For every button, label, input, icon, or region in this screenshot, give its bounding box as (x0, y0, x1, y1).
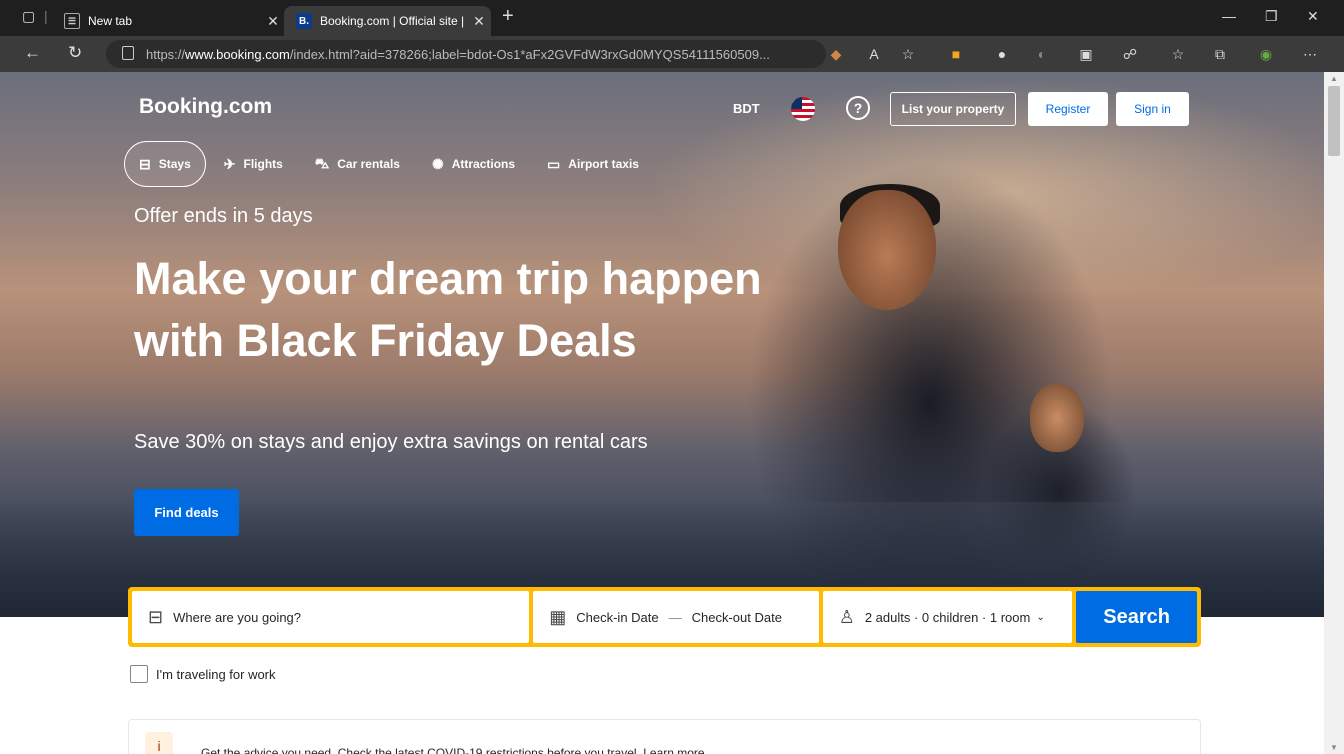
sign-in-button[interactable]: Sign in (1116, 92, 1189, 126)
url-domain: www.booking.com (185, 46, 290, 62)
hero-subtitle: Save 30% on stays and enjoy extra saving… (134, 431, 648, 453)
info-icon: i (145, 732, 173, 754)
refresh-icon[interactable]: ↻ (68, 43, 82, 63)
url-field[interactable]: https://www.booking.com/index.html?aid=3… (106, 40, 826, 68)
destination-input[interactable]: ⊟ Where are you going? (132, 591, 530, 643)
person-icon: ♙ (838, 606, 855, 627)
browser-address-bar: ← ↻ https://www.booking.com/index.html?a… (0, 36, 1344, 72)
hero-headline: Make your dream trip happen with Black F… (134, 253, 762, 366)
nav-tab-label: Attractions (451, 157, 516, 171)
checkout-date: Check-out Date (691, 609, 782, 625)
help-icon[interactable]: ? (846, 96, 870, 120)
ferris-wheel-icon: ✺ (431, 155, 444, 172)
scrollbar-thumb[interactable] (1328, 86, 1340, 156)
url-path: /index.html?aid=378266;label=bdot-Os1*aF… (289, 46, 770, 62)
hero-person2-face (1030, 384, 1084, 452)
occupancy-selector[interactable]: ♙ 2 adults · 0 children · 1 room ⌄ (822, 591, 1073, 643)
nav-tab-label: Flights (243, 157, 283, 171)
favorites-icon[interactable]: ☆ (1168, 44, 1188, 64)
profile-avatar-icon[interactable]: ◉ (1256, 44, 1276, 64)
product-nav: ⊟ Stays ✈ Flights ⛍ Car rentals ✺ Attrac… (124, 141, 657, 187)
find-deals-button[interactable]: Find deals (134, 489, 239, 536)
browser-tab-bar: ▢ | ☰ New tab ✕ B. Booking.com | Officia… (0, 0, 1344, 36)
list-property-button[interactable]: List your property (890, 92, 1016, 126)
close-window-icon[interactable]: ✕ (1307, 8, 1319, 25)
nav-tab-airport-taxis[interactable]: ▭ Airport taxis (533, 141, 653, 187)
plane-icon: ✈ (223, 155, 236, 172)
bed-icon: ⊟ (139, 155, 151, 172)
covid-notice-text: Get the advice you need. Check the lates… (201, 746, 705, 754)
work-travel-option[interactable]: I'm traveling for work (130, 665, 276, 683)
favorite-add-icon[interactable]: ☆ (898, 44, 918, 64)
scroll-up-icon[interactable]: ▲ (1330, 74, 1338, 83)
nav-tab-stays[interactable]: ⊟ Stays (124, 141, 206, 187)
lock-icon[interactable] (122, 46, 134, 60)
collections-icon[interactable]: ⧉ (1210, 44, 1230, 64)
scroll-down-icon[interactable]: ▼ (1330, 743, 1338, 752)
tab-booking[interactable]: B. Booking.com | Official site | The ✕ (284, 6, 491, 36)
read-aloud-icon[interactable]: A (864, 44, 884, 64)
nav-tab-label: Airport taxis (568, 157, 639, 171)
checkin-date: Check-in Date (576, 609, 659, 625)
us-flag-icon[interactable] (791, 97, 815, 121)
booking-logo[interactable]: Booking.com (139, 95, 272, 119)
tab-title: Booking.com | Official site | The (320, 14, 467, 28)
more-menu-icon[interactable]: ⋯ (1300, 44, 1320, 64)
new-tab-plus-icon[interactable]: + (502, 5, 514, 28)
booking-page: Booking.com BDT ? List your property Reg… (0, 72, 1324, 754)
date-picker[interactable]: ▦ Check-in Date — Check-out Date (533, 591, 819, 643)
covid-notice: i Get the advice you need. Check the lat… (128, 719, 1201, 754)
nav-tab-attractions[interactable]: ✺ Attractions (418, 141, 529, 187)
tab-actions-icon[interactable]: ▢ (22, 8, 35, 25)
extension-gray-icon[interactable]: ◐ (1032, 44, 1052, 64)
close-tab-icon[interactable]: ✕ (261, 13, 285, 30)
search-button[interactable]: Search (1076, 591, 1197, 643)
tab-new-tab[interactable]: ☰ New tab ✕ (60, 6, 285, 36)
nav-tab-label: Stays (158, 157, 191, 171)
nav-tab-label: Car rentals (337, 157, 400, 171)
nav-tab-car-rentals[interactable]: ⛍ Car rentals (301, 141, 414, 187)
search-bar: ⊟ Where are you going? ▦ Check-in Date —… (128, 587, 1201, 647)
screenshot-icon[interactable]: ▣ (1076, 44, 1096, 64)
destination-placeholder: Where are you going? (173, 609, 302, 625)
occupancy-text: 2 adults · 0 children · 1 room (864, 609, 1031, 625)
close-tab-icon[interactable]: ✕ (467, 13, 491, 30)
chevron-down-icon: ⌄ (1036, 611, 1045, 623)
back-icon[interactable]: ← (24, 43, 41, 63)
extension-orange-icon[interactable]: ■ (946, 44, 966, 64)
work-travel-label: I'm traveling for work (156, 666, 276, 682)
extensions-puzzle-icon[interactable]: ☍ (1120, 44, 1140, 64)
bed-icon: ⊟ (148, 606, 164, 627)
newtab-icon: ☰ (64, 13, 80, 29)
register-button[interactable]: Register (1028, 92, 1108, 126)
taxi-icon: ▭ (547, 155, 561, 172)
extension-badge-icon[interactable]: ◆ (826, 44, 846, 64)
restore-icon[interactable]: ❐ (1265, 8, 1278, 25)
offer-text: Offer ends in 5 days (134, 205, 313, 227)
hero-banner: Booking.com BDT ? List your property Reg… (0, 72, 1324, 617)
work-travel-checkbox[interactable] (130, 665, 148, 683)
tab-divider: | (44, 8, 48, 24)
tab-title: New tab (88, 14, 133, 28)
currency-selector[interactable]: BDT (733, 101, 760, 116)
url-prefix: https:// (146, 46, 186, 62)
date-separator: — (668, 609, 682, 625)
globe-extension-icon[interactable]: ● (992, 44, 1012, 64)
calendar-icon: ▦ (549, 606, 567, 627)
booking-favicon-icon: B. (296, 13, 312, 29)
hero-person-face (838, 190, 936, 310)
nav-tab-flights[interactable]: ✈ Flights (210, 141, 297, 187)
car-icon: ⛍ (314, 154, 330, 171)
minimize-icon[interactable]: — (1222, 8, 1236, 24)
page-scrollbar[interactable]: ▲ ▼ (1324, 72, 1344, 754)
